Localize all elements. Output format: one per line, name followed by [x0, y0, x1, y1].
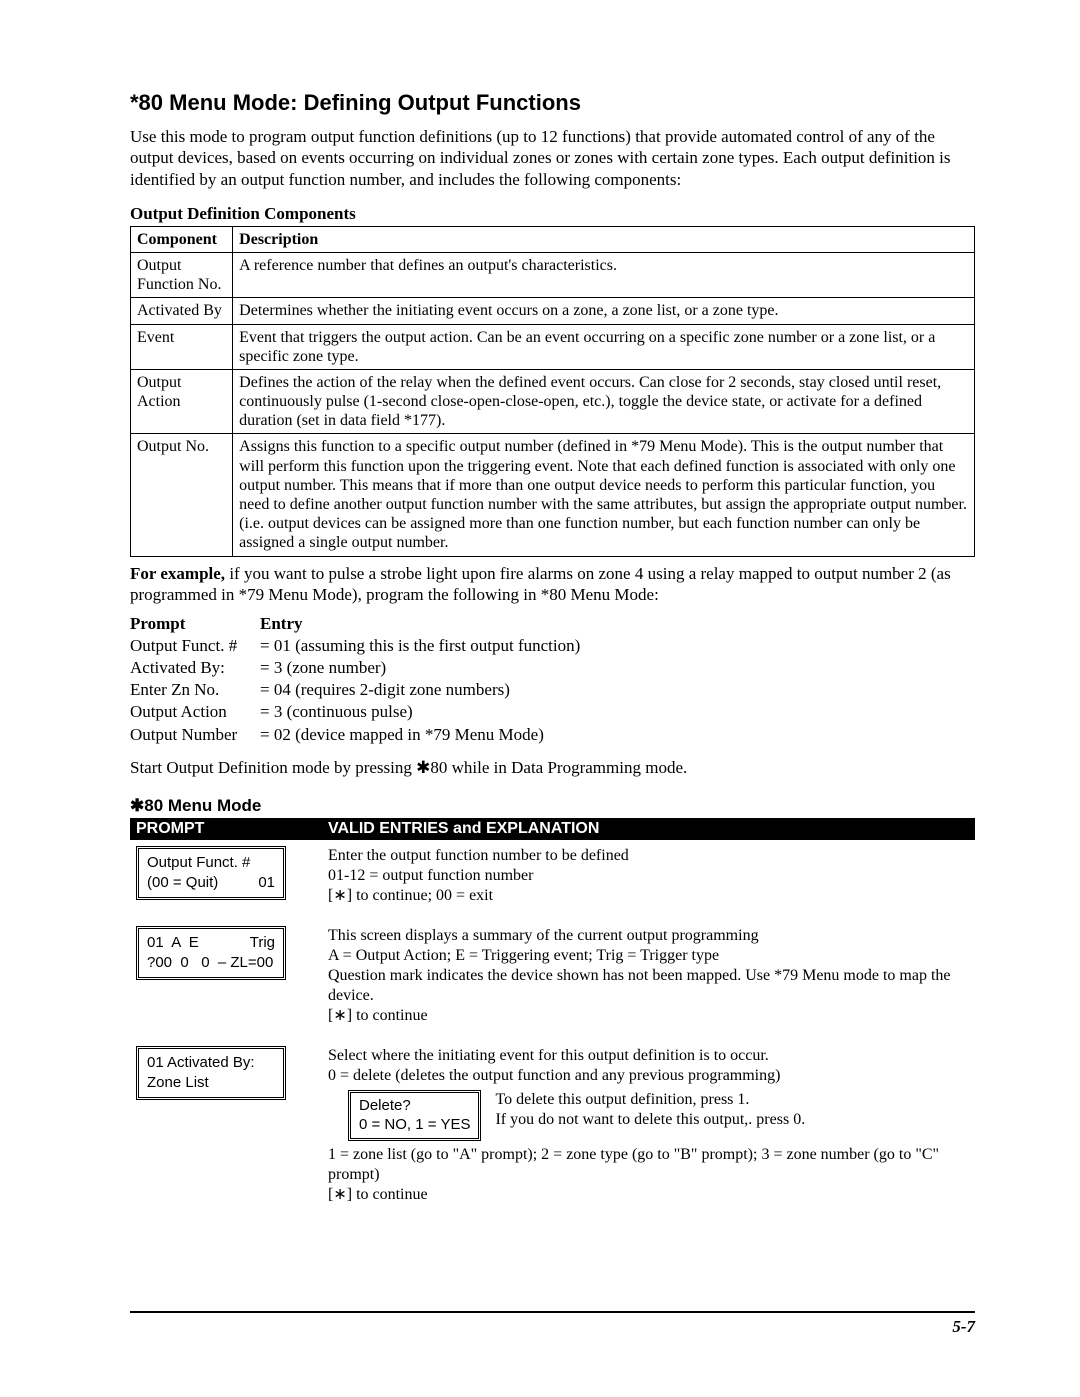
component-name: Output Function No.: [131, 252, 233, 297]
page: *80 Menu Mode: Defining Output Functions…: [0, 0, 1080, 1397]
page-footer: 5-7: [130, 1311, 975, 1337]
component-name: Output Action: [131, 369, 233, 434]
lcd-display-delete: Delete? 0 = NO, 1 = YES: [348, 1090, 481, 1141]
component-desc: Event that triggers the output action. C…: [233, 324, 975, 369]
menu-th-prompt: PROMPT: [130, 818, 322, 840]
pe-prompt: Output Funct. #: [130, 635, 260, 657]
component-name: Event: [131, 324, 233, 369]
pe-entry: = 3 (continuous pulse): [260, 701, 975, 723]
section-title: *80 Menu Mode: Defining Output Functions: [130, 90, 975, 116]
menu-explanation: This screen displays a summary of the cu…: [328, 926, 969, 1026]
pe-prompt: Output Action: [130, 701, 260, 723]
pe-head-entry: Entry: [260, 614, 303, 633]
table-row: 01 Activated By: Zone List Select where …: [130, 1040, 975, 1219]
menu-explanation-bottom: 1 = zone list (go to "A" prompt); 2 = zo…: [328, 1145, 969, 1205]
table-row: 01 A ETrig ?00 0 0 – ZL=00 This screen d…: [130, 920, 975, 1040]
menu-heading: ✱80 Menu Mode: [130, 796, 975, 816]
table-row: Output Action Defines the action of the …: [131, 369, 975, 434]
table-row: Output No. Assigns this function to a sp…: [131, 434, 975, 556]
prompt-entry-block: Prompt Entry Output Funct. #= 01 (assumi…: [130, 613, 975, 746]
lcd-display: 01 Activated By: Zone List: [136, 1046, 286, 1101]
lcd-display: Output Funct. # (00 = Quit)01: [136, 846, 286, 901]
component-name: Activated By: [131, 298, 233, 324]
table-row: Output Funct. # (00 = Quit)01 Enter the …: [130, 840, 975, 920]
pe-entry: = 3 (zone number): [260, 657, 975, 679]
components-table: Component Description Output Function No…: [130, 226, 975, 557]
example-paragraph: For example, if you want to pulse a stro…: [130, 563, 975, 606]
star-icon: ✱: [130, 796, 144, 815]
table-row: Event Event that triggers the output act…: [131, 324, 975, 369]
menu-table: PROMPT VALID ENTRIES and EXPLANATION Out…: [130, 818, 975, 1219]
pe-entry: = 04 (requires 2-digit zone numbers): [260, 679, 975, 701]
example-text: if you want to pulse a strobe light upon…: [130, 564, 951, 604]
components-heading: Output Definition Components: [130, 204, 975, 224]
delete-block: Delete? 0 = NO, 1 = YES To delete this o…: [328, 1090, 969, 1141]
components-th-component: Component: [131, 226, 233, 252]
menu-explanation: Enter the output function number to be d…: [328, 846, 969, 906]
pe-entry: = 01 (assuming this is the first output …: [260, 635, 975, 657]
component-desc: Defines the action of the relay when the…: [233, 369, 975, 434]
start-instruction: Start Output Definition mode by pressing…: [130, 758, 975, 778]
pe-prompt: Output Number: [130, 724, 260, 746]
example-lead: For example,: [130, 564, 225, 583]
star-icon: ✱: [416, 758, 430, 777]
pe-prompt: Enter Zn No.: [130, 679, 260, 701]
table-row: Activated By Determines whether the init…: [131, 298, 975, 324]
components-th-description: Description: [233, 226, 975, 252]
page-number: 5-7: [130, 1317, 975, 1337]
footer-rule: [130, 1311, 975, 1313]
component-desc: Determines whether the initiating event …: [233, 298, 975, 324]
component-desc: A reference number that defines an outpu…: [233, 252, 975, 297]
pe-head-prompt: Prompt: [130, 614, 185, 633]
table-row: Output Function No. A reference number t…: [131, 252, 975, 297]
component-name: Output No.: [131, 434, 233, 556]
component-desc: Assigns this function to a specific outp…: [233, 434, 975, 556]
menu-th-expl: VALID ENTRIES and EXPLANATION: [322, 818, 975, 840]
pe-entry: = 02 (device mapped in *79 Menu Mode): [260, 724, 975, 746]
menu-explanation-top: Select where the initiating event for th…: [328, 1046, 969, 1086]
delete-text: To delete this output definition, press …: [495, 1090, 805, 1130]
intro-paragraph: Use this mode to program output function…: [130, 126, 975, 190]
pe-prompt: Activated By:: [130, 657, 260, 679]
lcd-display: 01 A ETrig ?00 0 0 – ZL=00: [136, 926, 286, 981]
